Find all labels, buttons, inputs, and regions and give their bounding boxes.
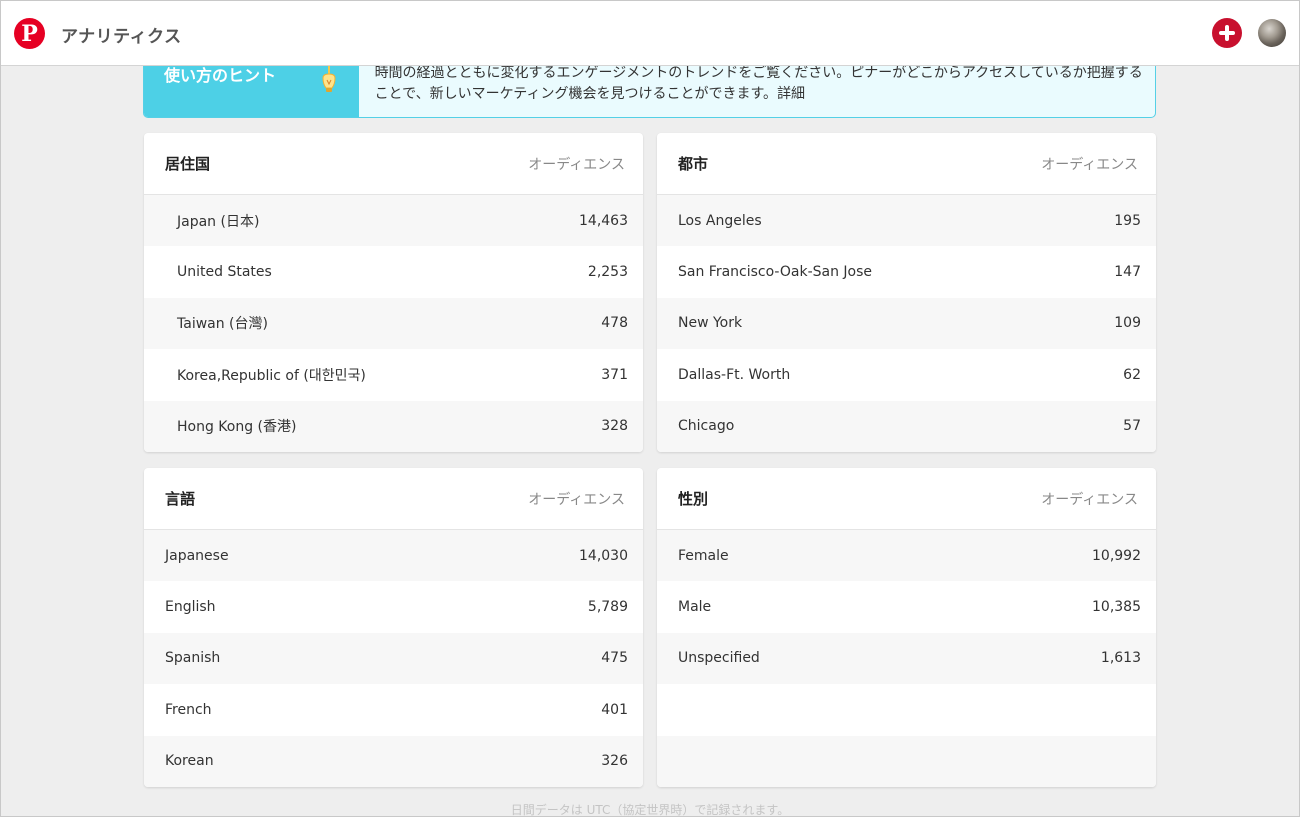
- table-row: Hong Kong (香港) 328: [144, 400, 643, 452]
- card-subtitle: オーディエンス: [1041, 156, 1138, 173]
- city-card: 都市 オーディエンス Los Angeles 195 San Francisco-…: [657, 133, 1156, 452]
- row-value: 57: [1123, 418, 1141, 435]
- card-subtitle: オーディエンス: [528, 156, 625, 173]
- app-window: P アナリティクス 使い方のヒント 時間の経過とともに変化するエンゲージメントの…: [0, 0, 1300, 817]
- row-value: 371: [601, 366, 628, 383]
- row-value: 326: [601, 753, 628, 770]
- city-list: Los Angeles 195 San Francisco-Oak-San Jos…: [657, 195, 1156, 452]
- row-value: 14,463: [579, 212, 628, 229]
- country-list: Japan (日本) 14,463 United States 2,253 Taiw…: [144, 195, 643, 452]
- row-label: United States: [177, 264, 272, 281]
- tip-learn-more-link[interactable]: 詳細: [777, 86, 805, 102]
- table-row: Dallas-Ft. Worth 62: [657, 349, 1156, 401]
- row-label: English: [165, 599, 216, 616]
- logo-letter: P: [21, 20, 38, 47]
- row-value: 2,253: [587, 264, 628, 281]
- table-row: [657, 735, 1156, 787]
- lightbulb-icon: [322, 64, 336, 92]
- gender-card: 性別 オーディエンス Female 10,992 Male 10,385 Unspe…: [657, 468, 1156, 787]
- pinterest-logo-icon[interactable]: P: [14, 18, 45, 49]
- row-label: Dallas-Ft. Worth: [678, 366, 791, 383]
- table-row: Taiwan (台灣) 478: [144, 297, 643, 350]
- row-value: 478: [601, 315, 628, 332]
- row-label: Japanese: [165, 547, 229, 564]
- card-header: 言語 オーディエンス: [144, 468, 643, 530]
- avatar[interactable]: [1258, 19, 1286, 47]
- row-label: Korean: [165, 753, 214, 770]
- table-row: Chicago 57: [657, 400, 1156, 452]
- language-card: 言語 オーディエンス Japanese 14,030 English 5,789 S…: [144, 468, 643, 787]
- row-label: Unspecified: [678, 650, 760, 667]
- footer-note: 日間データは UTC（協定世界時）で記録されます。: [510, 803, 790, 817]
- row-value: 5,789: [587, 599, 628, 616]
- row-label: Hong Kong (香港): [177, 419, 297, 436]
- table-row: Korea,Republic of (대한민국) 371: [144, 349, 643, 401]
- country-card: 居住国 オーディエンス Japan (日本) 14,463 United Stat…: [144, 133, 643, 452]
- row-value: 328: [601, 418, 628, 435]
- card-header: 都市 オーディエンス: [657, 133, 1156, 195]
- row-label: Spanish: [165, 650, 221, 667]
- language-list: Japanese 14,030 English 5,789 Spanish 475 F…: [144, 530, 643, 787]
- row-value: 109: [1114, 315, 1141, 332]
- card-header: 居住国 オーディエンス: [144, 133, 643, 195]
- table-row: Los Angeles 195: [657, 195, 1156, 247]
- row-value: 401: [601, 701, 628, 718]
- table-row: Female 10,992: [657, 530, 1156, 582]
- card-title: 居住国: [165, 155, 211, 173]
- card-title: 都市: [678, 155, 709, 173]
- row-label: Los Angeles: [678, 212, 762, 229]
- card-subtitle: オーディエンス: [1041, 491, 1138, 508]
- table-row: San Francisco-Oak-San Jose 147: [657, 246, 1156, 298]
- table-row: Japan (日本) 14,463: [144, 195, 643, 247]
- table-row: English 5,789: [144, 581, 643, 633]
- row-label: Korea,Republic of (대한민국): [177, 367, 366, 384]
- row-value: 10,992: [1092, 547, 1141, 564]
- table-row: Unspecified 1,613: [657, 632, 1156, 685]
- row-value: 1,613: [1100, 650, 1141, 667]
- card-header: 性別 オーディエンス: [657, 468, 1156, 530]
- row-value: 195: [1114, 212, 1141, 229]
- table-row: United States 2,253: [144, 246, 643, 298]
- row-label: Japan (日本): [177, 213, 260, 230]
- table-row: [657, 684, 1156, 736]
- row-label: Chicago: [678, 418, 735, 435]
- tip-body: 時間の経過とともに変化するエンゲージメントのトレンドをご覧ください。ピナーがどこ…: [374, 65, 1143, 102]
- card-title: 言語: [165, 490, 196, 508]
- card-subtitle: オーディエンス: [528, 491, 625, 508]
- row-value: 147: [1114, 264, 1141, 281]
- row-label: Male: [678, 599, 712, 616]
- card-title: 性別: [678, 490, 709, 508]
- row-label: Female: [678, 547, 729, 564]
- row-label: Taiwan (台灣): [177, 316, 268, 333]
- row-value: 62: [1123, 366, 1141, 383]
- table-row: French 401: [144, 684, 643, 736]
- row-label: New York: [678, 315, 743, 332]
- row-label: French: [165, 701, 212, 718]
- row-value: 14,030: [579, 547, 628, 564]
- top-bar: P アナリティクス: [1, 1, 1299, 66]
- table-row: New York 109: [657, 297, 1156, 350]
- gender-list: Female 10,992 Male 10,385 Unspecified 1,613: [657, 530, 1156, 787]
- table-row: Korean 326: [144, 735, 643, 787]
- row-value: 10,385: [1092, 599, 1141, 616]
- table-row: Spanish 475: [144, 632, 643, 685]
- table-row: Japanese 14,030: [144, 530, 643, 582]
- row-label: San Francisco-Oak-San Jose: [678, 264, 873, 281]
- table-row: Male 10,385: [657, 581, 1156, 633]
- row-value: 475: [601, 650, 628, 667]
- app-title[interactable]: アナリティクス: [61, 22, 182, 47]
- plus-circle-icon[interactable]: [1212, 18, 1242, 48]
